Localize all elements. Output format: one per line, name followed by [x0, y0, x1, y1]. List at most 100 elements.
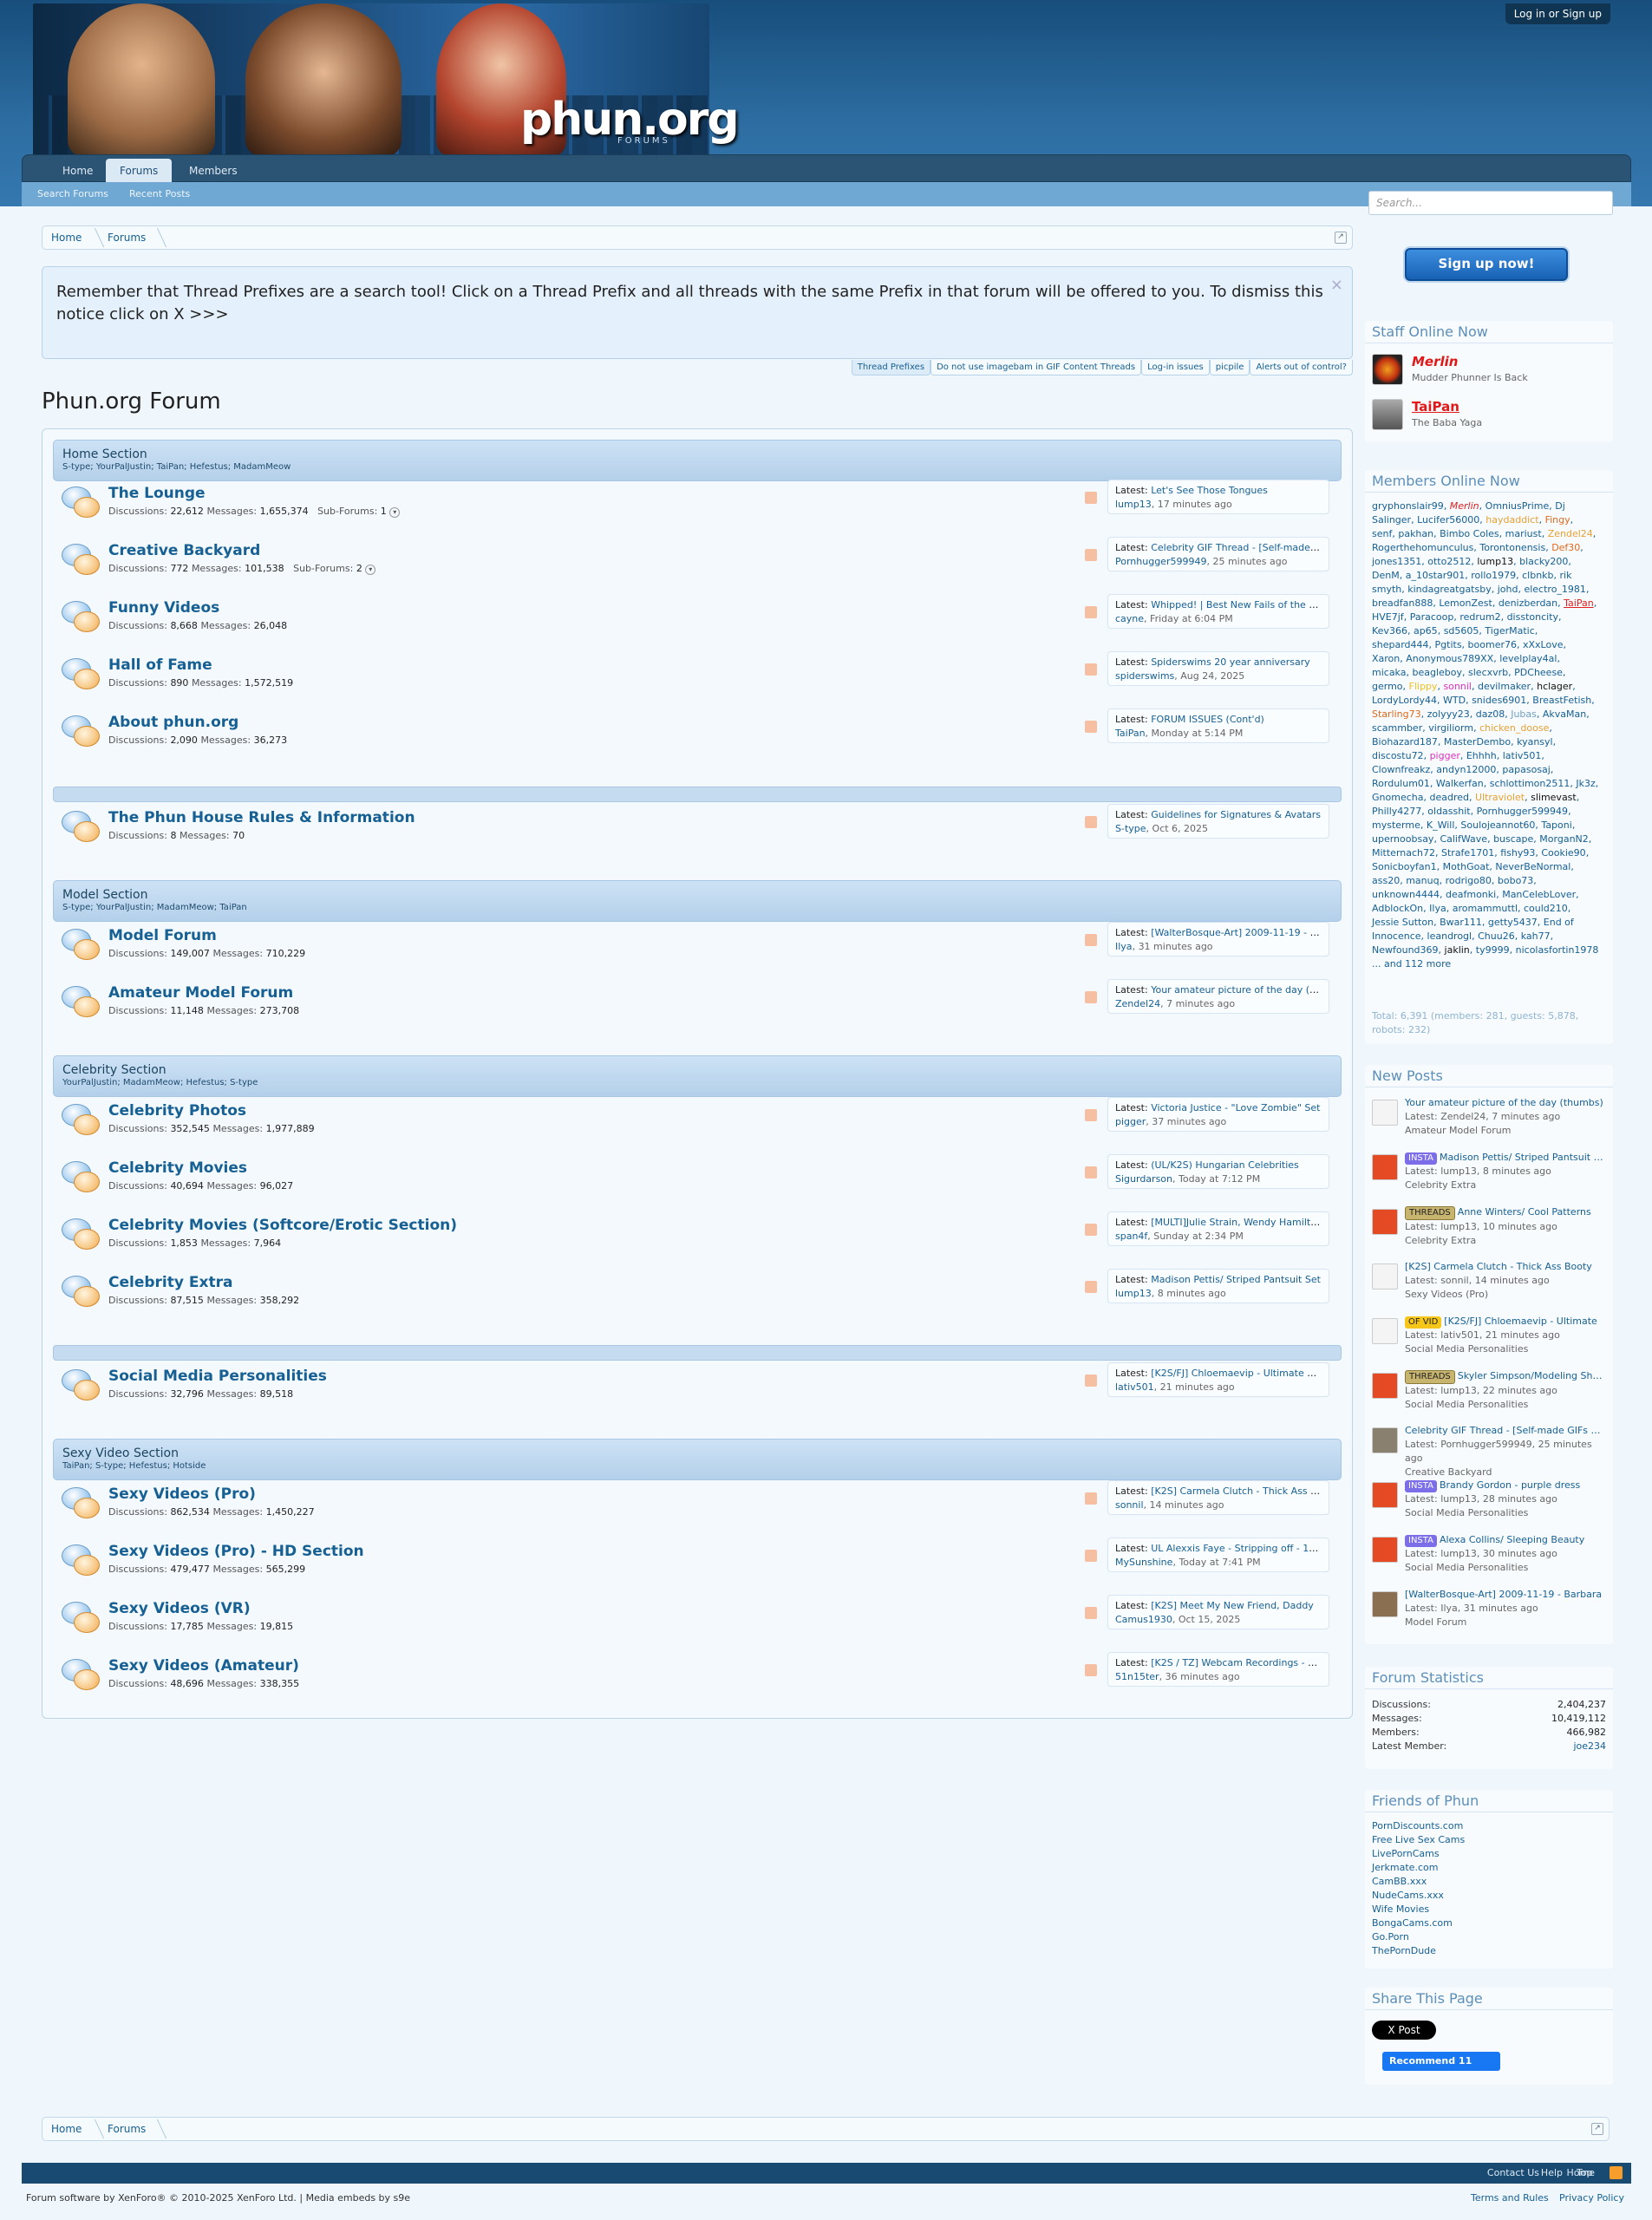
recent-posts-link[interactable]: Recent Posts	[129, 188, 190, 199]
latest-user-link[interactable]: lativ501	[1115, 1381, 1154, 1393]
search-forums-link[interactable]: Search Forums	[37, 188, 108, 199]
nav-tab-members[interactable]: Members	[175, 159, 251, 183]
search-input[interactable]: Search...	[1368, 191, 1613, 215]
new-post-item[interactable]: OF VID [K2S/FJ] Chloemaevip - Ultimate Lat…	[1372, 1315, 1606, 1367]
avatar[interactable]	[1372, 1100, 1398, 1126]
latest-user-link[interactable]: spiderswims	[1115, 670, 1174, 682]
rss-icon[interactable]	[1085, 991, 1097, 1003]
notice-tab[interactable]: Alerts out of control?	[1250, 360, 1353, 375]
forum-title[interactable]: Model Forum	[108, 927, 217, 944]
forum-title[interactable]: Hall of Fame	[108, 656, 212, 674]
rss-icon[interactable]	[1085, 606, 1097, 618]
new-post-item[interactable]: [K2S] Carmela Clutch - Thick Ass Booty La…	[1372, 1260, 1606, 1312]
footer-help-link[interactable]: Help	[1541, 2167, 1563, 2178]
forum-title[interactable]: Sexy Videos (Pro) - HD Section	[108, 1543, 364, 1560]
staff-name[interactable]: Merlin	[1412, 354, 1458, 369]
rss-icon[interactable]	[1085, 549, 1097, 561]
friend-link[interactable]: CamBB.xxx	[1372, 1876, 1427, 1887]
forum-title[interactable]: Celebrity Extra	[108, 1274, 232, 1291]
latest-thread-link[interactable]: FORUM ISSUES (Cont'd)	[1151, 714, 1264, 725]
forum-title[interactable]: The Lounge	[108, 485, 206, 502]
notice-tab[interactable]: Do not use imagebam in GIF Content Threa…	[930, 360, 1142, 375]
new-post-title[interactable]: [WalterBosque-Art] 2009-11-19 - Barbara	[1405, 1589, 1602, 1600]
friend-link[interactable]: PornDiscounts.com	[1372, 1820, 1463, 1832]
new-post-forum[interactable]: Social Media Personalities	[1405, 1398, 1606, 1412]
notice-tab[interactable]: Thread Prefixes	[851, 360, 931, 375]
latest-thread-link[interactable]: [K2S] Meet My New Friend, Daddy	[1151, 1600, 1314, 1611]
section-header[interactable]: Model Section S-type; YourPalJustin; Mada…	[53, 880, 1342, 922]
forum-title[interactable]: About phun.org	[108, 714, 238, 731]
friend-link[interactable]: ThePornDude	[1372, 1945, 1436, 1956]
new-post-item[interactable]: THREADS Skyler Simpson/Modeling Shoot Late…	[1372, 1369, 1606, 1421]
staff-member[interactable]: Merlin Mudder Phunner Is Back	[1372, 354, 1597, 392]
latest-user-link[interactable]: pigger	[1115, 1116, 1146, 1127]
rss-icon[interactable]	[1085, 492, 1097, 504]
forum-title[interactable]: Sexy Videos (Pro)	[108, 1485, 256, 1503]
forum-title[interactable]: Funny Videos	[108, 599, 219, 617]
breadcrumb-home[interactable]: Home	[51, 232, 82, 244]
staff-member[interactable]: TaiPan The Baba Yaga	[1372, 399, 1597, 437]
latest-user-link[interactable]: Camus1930	[1115, 1614, 1172, 1625]
forum-title[interactable]: Sexy Videos (VR)	[108, 1600, 251, 1617]
latest-user-link[interactable]: lump13	[1115, 1288, 1152, 1299]
rss-icon[interactable]	[1085, 934, 1097, 946]
footer-contact-link[interactable]: Contact Us	[1487, 2167, 1539, 2178]
latest-thread-link[interactable]: (UL/K2S) Hungarian Celebrities	[1151, 1159, 1299, 1171]
latest-thread-link[interactable]: Spiderswims 20 year anniversary	[1151, 656, 1310, 668]
nav-tab-forums[interactable]: Forums	[106, 159, 173, 183]
section-title[interactable]: Home Section	[62, 447, 1332, 461]
jump-to-page-icon[interactable]: ↗	[1591, 2123, 1603, 2135]
latest-user-link[interactable]: TaiPan	[1115, 728, 1146, 739]
avatar[interactable]	[1372, 1373, 1398, 1399]
latest-thread-link[interactable]: [K2S/FJ] Chloemaevip - Ultimate Pack	[1151, 1368, 1322, 1379]
latest-thread-link[interactable]: Whipped! | Best New Fails of the Week	[1151, 599, 1322, 610]
rss-icon[interactable]	[1085, 1166, 1097, 1179]
new-post-title[interactable]: Your amateur picture of the day (thumbs)	[1405, 1097, 1603, 1108]
latest-thread-link[interactable]: [K2S] Carmela Clutch - Thick Ass Booty	[1151, 1485, 1322, 1497]
latest-user-link[interactable]: 51n15ter	[1115, 1671, 1159, 1682]
new-post-title[interactable]: Brandy Gordon - purple dress	[1440, 1479, 1580, 1491]
signup-button[interactable]: Sign up now!	[1405, 248, 1568, 281]
new-post-title[interactable]: [K2S] Carmela Clutch - Thick Ass Booty	[1405, 1261, 1592, 1272]
new-post-forum[interactable]: Social Media Personalities	[1405, 1506, 1606, 1520]
forum-title[interactable]: Sexy Videos (Amateur)	[108, 1657, 299, 1675]
avatar[interactable]	[1372, 1537, 1398, 1563]
rss-icon[interactable]	[1085, 1224, 1097, 1236]
avatar[interactable]	[1372, 1154, 1398, 1180]
latest-user-link[interactable]: Zendel24	[1115, 998, 1160, 1009]
latest-user-link[interactable]: span4f	[1115, 1231, 1147, 1242]
subforums-count[interactable]: 2	[356, 563, 362, 574]
latest-user-link[interactable]: lump13	[1115, 499, 1152, 510]
new-post-item[interactable]: THREADS Anne Winters/ Cool Patterns Latest…	[1372, 1205, 1606, 1257]
new-post-item[interactable]: Your amateur picture of the day (thumbs)…	[1372, 1096, 1606, 1148]
close-icon[interactable]: ×	[1330, 274, 1343, 297]
latest-thread-link[interactable]: Madison Pettis/ Striped Pantsuit Set	[1151, 1274, 1321, 1285]
breadcrumb-forums[interactable]: Forums	[108, 232, 146, 244]
rss-icon[interactable]	[1085, 1607, 1097, 1619]
latest-user-link[interactable]: S-type	[1115, 823, 1146, 834]
avatar[interactable]	[1372, 1209, 1398, 1235]
forum-title[interactable]: Creative Backyard	[108, 542, 260, 559]
latest-thread-link[interactable]: [WalterBosque-Art] 2009-11-19 - Barbara	[1151, 927, 1322, 938]
breadcrumb-forums[interactable]: Forums	[108, 2123, 146, 2135]
new-post-forum[interactable]: Celebrity Extra	[1405, 1179, 1606, 1192]
privacy-link[interactable]: Privacy Policy	[1559, 2192, 1624, 2204]
section-header[interactable]: Celebrity Section YourPalJustin; MadamMeo…	[53, 1055, 1342, 1097]
avatar[interactable]	[1372, 354, 1403, 385]
new-post-item[interactable]: [WalterBosque-Art] 2009-11-19 - Barbara L…	[1372, 1588, 1606, 1640]
friend-link[interactable]: NudeCams.xxx	[1372, 1890, 1444, 1901]
new-post-forum[interactable]: Amateur Model Forum	[1405, 1124, 1606, 1138]
new-post-forum[interactable]: Social Media Personalities	[1405, 1561, 1606, 1575]
forum-title[interactable]: Social Media Personalities	[108, 1368, 327, 1385]
notice-tab[interactable]: Log-in issues	[1141, 360, 1210, 375]
rss-icon[interactable]	[1085, 1492, 1097, 1505]
staff-name[interactable]: TaiPan	[1412, 399, 1459, 415]
latest-thread-link[interactable]: Guidelines for Signatures & Avatars	[1151, 809, 1321, 820]
new-post-item[interactable]: INSTA Brandy Gordon - purple dress Latest:…	[1372, 1479, 1606, 1531]
latest-thread-link[interactable]: Let's See Those Tongues	[1151, 485, 1268, 496]
chevron-down-icon[interactable]: ▾	[389, 507, 401, 518]
latest-thread-link[interactable]: Victoria Justice - "Love Zombie" Set	[1151, 1102, 1320, 1113]
rss-icon[interactable]	[1085, 663, 1097, 676]
new-post-forum[interactable]: Sexy Videos (Pro)	[1405, 1288, 1606, 1302]
forum-title[interactable]: Celebrity Movies	[108, 1159, 247, 1177]
